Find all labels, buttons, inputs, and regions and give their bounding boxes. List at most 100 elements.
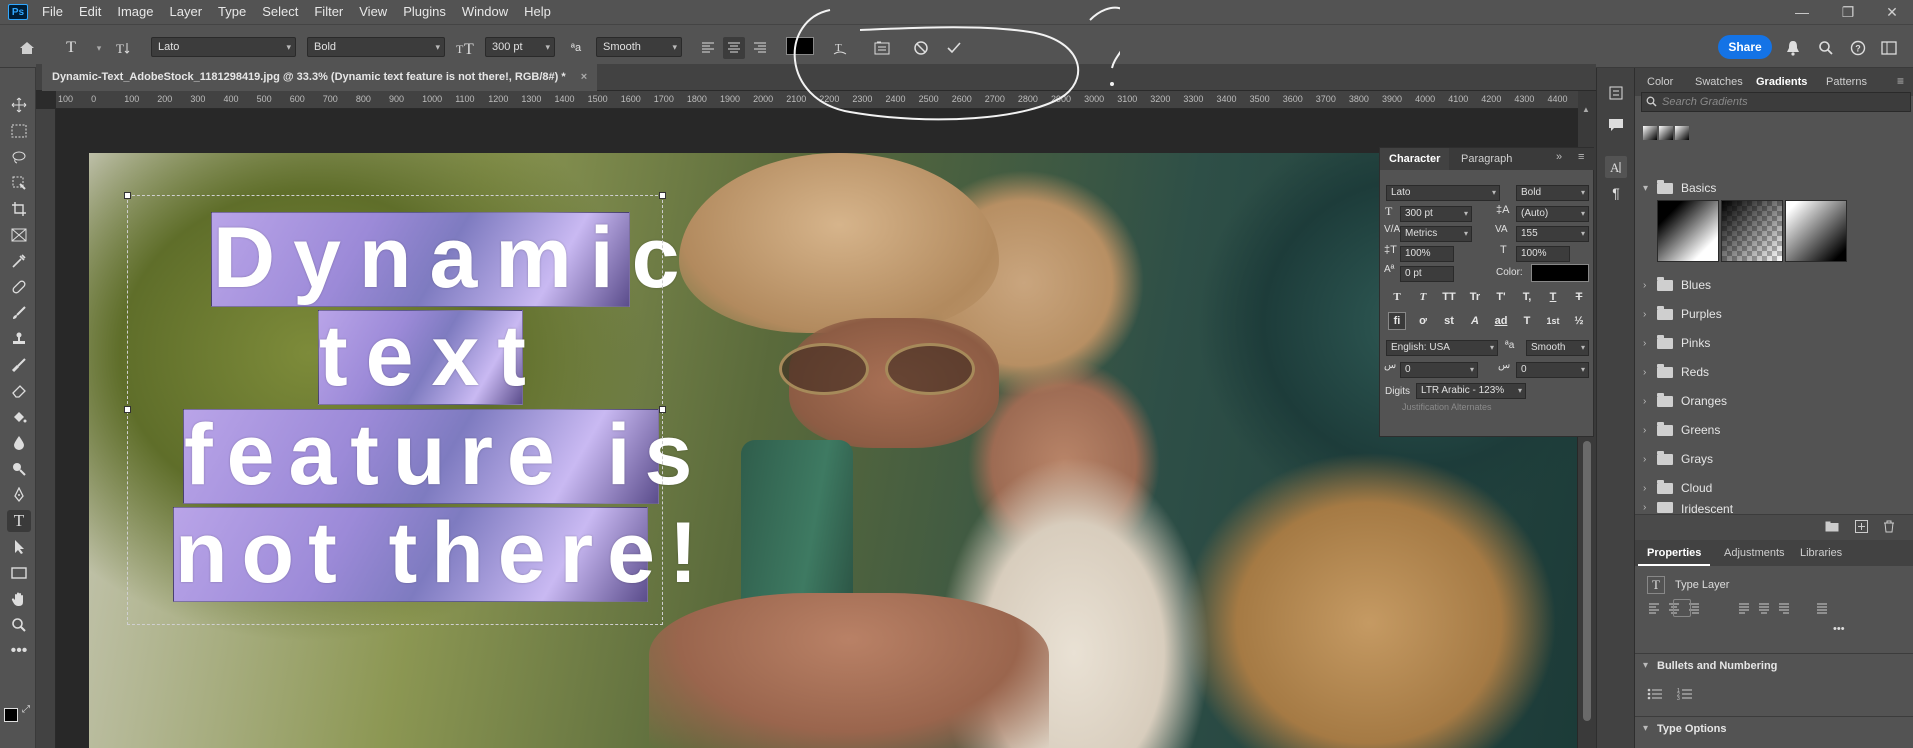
tab-character[interactable]: Character xyxy=(1380,148,1450,170)
discretionary-ligatures-button[interactable]: st xyxy=(1440,312,1458,330)
folder-pinks[interactable]: › Pinks xyxy=(1643,331,1710,355)
subscript-button[interactable]: T, xyxy=(1518,288,1536,306)
scroll-thumb[interactable] xyxy=(1583,441,1591,721)
rectangle-tool-icon[interactable] xyxy=(7,562,31,584)
gradient-view-toggles[interactable] xyxy=(1643,126,1689,140)
menu-edit[interactable]: Edit xyxy=(71,0,109,24)
frame-tool-icon[interactable] xyxy=(7,224,31,246)
gradient-swatch-black-white[interactable] xyxy=(1657,200,1719,262)
view-medium-icon[interactable] xyxy=(1659,126,1673,140)
char-tracking-field[interactable]: 155 ▾ xyxy=(1516,226,1589,242)
all-caps-button[interactable]: TT xyxy=(1440,288,1458,306)
pen-tool-icon[interactable] xyxy=(7,484,31,506)
new-gradient-icon[interactable] xyxy=(1855,520,1868,536)
gradients-menu-icon[interactable]: ≡ xyxy=(1897,74,1904,88)
handle-middle-left[interactable] xyxy=(124,406,131,413)
char-font-family[interactable]: Lato ▾ xyxy=(1386,185,1500,201)
align-left-icon[interactable] xyxy=(697,37,719,59)
search-icon[interactable] xyxy=(1815,37,1837,59)
underline-button[interactable]: T xyxy=(1544,288,1562,306)
menu-view[interactable]: View xyxy=(351,0,395,24)
char-leading-field[interactable]: (Auto) ▾ xyxy=(1516,206,1589,222)
brush-tool-icon[interactable] xyxy=(7,302,31,324)
char-language-select[interactable]: English: USA ▾ xyxy=(1386,340,1498,356)
folder-basics[interactable]: ▾ Basics xyxy=(1643,176,1716,200)
foreground-color-swatch[interactable] xyxy=(4,708,18,722)
char-baseline-field[interactable]: 0 pt xyxy=(1400,266,1454,282)
swash-button[interactable]: A xyxy=(1466,312,1484,330)
gradient-search-field[interactable]: Search Gradients xyxy=(1641,92,1911,112)
antialias-select[interactable]: Smooth ▾ xyxy=(596,37,682,57)
menu-image[interactable]: Image xyxy=(109,0,161,24)
char-font-style[interactable]: Bold ▾ xyxy=(1516,185,1589,201)
menu-plugins[interactable]: Plugins xyxy=(395,0,454,24)
minimize-button[interactable]: — xyxy=(1780,0,1824,24)
blur-tool-icon[interactable] xyxy=(7,432,31,454)
toggle-orientation-icon[interactable]: T xyxy=(113,37,135,59)
folder-cloud[interactable]: › Cloud xyxy=(1643,476,1712,500)
close-window-button[interactable]: ✕ xyxy=(1870,0,1913,24)
history-brush-tool-icon[interactable] xyxy=(7,354,31,376)
menu-help[interactable]: Help xyxy=(516,0,559,24)
paint-bucket-tool-icon[interactable] xyxy=(7,406,31,428)
font-size-field[interactable]: 300 pt ▾ xyxy=(485,37,555,57)
char-size-field[interactable]: 300 pt ▾ xyxy=(1400,206,1472,222)
gradient-swatch-white-black[interactable] xyxy=(1785,200,1847,262)
char-hscale-field[interactable]: 100% xyxy=(1516,246,1570,262)
text-color-swatch[interactable] xyxy=(786,37,814,55)
handle-middle-right[interactable] xyxy=(659,406,666,413)
view-small-icon[interactable] xyxy=(1675,126,1689,140)
align-center-active[interactable] xyxy=(1673,599,1691,617)
folder-oranges[interactable]: › Oranges xyxy=(1643,389,1727,413)
hand-tool-icon[interactable] xyxy=(7,588,31,610)
gradient-swatch-transparent[interactable] xyxy=(1721,200,1783,262)
scroll-up-icon[interactable]: ▲ xyxy=(1582,105,1592,121)
comments-icon[interactable] xyxy=(1605,114,1627,136)
object-selection-tool-icon[interactable] xyxy=(7,172,31,194)
move-tool-icon[interactable] xyxy=(7,94,31,116)
panel-menu-icon[interactable]: ≡ xyxy=(1578,151,1584,163)
char-antialias-select[interactable]: Smooth ▾ xyxy=(1526,340,1589,356)
chevron-down-icon[interactable]: ▾ xyxy=(88,37,110,59)
folder-grays[interactable]: › Grays xyxy=(1643,447,1713,471)
text-bounding-box[interactable] xyxy=(124,192,666,625)
tab-paragraph[interactable]: Paragraph xyxy=(1452,148,1521,170)
tab-properties[interactable]: Properties xyxy=(1638,540,1711,566)
commit-check-icon[interactable] xyxy=(943,37,965,59)
close-tab-icon[interactable]: × xyxy=(581,71,587,83)
crop-tool-icon[interactable] xyxy=(7,198,31,220)
char-vscale-field[interactable]: 100% xyxy=(1400,246,1454,262)
fractions-button[interactable]: ½ xyxy=(1570,312,1588,330)
cancel-icon[interactable] xyxy=(910,37,932,59)
history-panel-icon[interactable] xyxy=(1605,82,1627,104)
type-tool-icon[interactable]: T xyxy=(7,510,31,532)
faux-italic-button[interactable]: T xyxy=(1414,288,1432,306)
folder-purples[interactable]: › Purples xyxy=(1643,302,1722,326)
more-tools-icon[interactable]: ••• xyxy=(7,640,31,662)
char-color-swatch[interactable] xyxy=(1531,264,1589,282)
collapse-panel-icon[interactable]: » xyxy=(1556,151,1562,163)
tab-adjustments[interactable]: Adjustments xyxy=(1715,540,1794,566)
clone-stamp-tool-icon[interactable] xyxy=(7,328,31,350)
new-group-icon[interactable] xyxy=(1825,521,1839,535)
font-family-select[interactable]: Lato ▾ xyxy=(151,37,296,57)
titling-alternates-button[interactable]: T xyxy=(1518,312,1536,330)
handle-top-left[interactable] xyxy=(124,192,131,199)
small-caps-button[interactable]: Tr xyxy=(1466,288,1484,306)
warp-text-icon[interactable]: T xyxy=(829,37,851,59)
menu-file[interactable]: File xyxy=(34,0,71,24)
folder-reds[interactable]: › Reds xyxy=(1643,360,1709,384)
old-style-button[interactable]: ơ xyxy=(1414,312,1432,330)
ordinals-button[interactable]: 1st xyxy=(1544,312,1562,330)
menu-select[interactable]: Select xyxy=(254,0,306,24)
numbered-list-icon[interactable]: 123 xyxy=(1677,687,1693,704)
dodge-tool-icon[interactable] xyxy=(7,458,31,480)
lasso-tool-icon[interactable] xyxy=(7,146,31,168)
path-selection-tool-icon[interactable] xyxy=(7,536,31,558)
home-icon[interactable] xyxy=(16,37,38,59)
character-panel-toggle-icon[interactable]: A xyxy=(1605,156,1627,178)
trash-icon[interactable] xyxy=(1883,520,1895,536)
char-digits-select[interactable]: LTR Arabic - 123% ▾ xyxy=(1416,383,1526,399)
restore-button[interactable]: ❐ xyxy=(1826,0,1870,24)
bell-icon[interactable] xyxy=(1782,37,1804,59)
